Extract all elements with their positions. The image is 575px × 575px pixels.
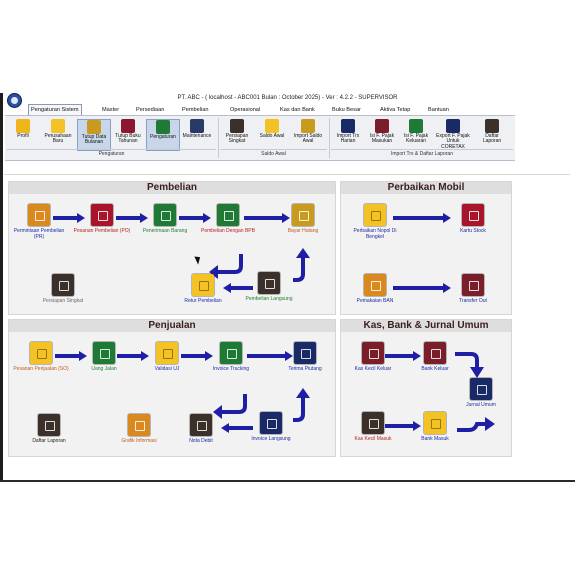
group-label-saldo-awal: Saldo Awal bbox=[220, 149, 327, 159]
import-saldo-awal-button[interactable]: Import Saldo Awal bbox=[291, 119, 325, 149]
menu-persediaan[interactable]: Persediaan bbox=[134, 105, 166, 115]
node-permintaan-pembelian[interactable]: Permintaan Pembelian (PR) bbox=[9, 204, 69, 240]
curved-arrow-down bbox=[455, 352, 484, 378]
quick-setup-icon bbox=[52, 274, 74, 296]
tutup-buku-tahunan-button[interactable]: Tutup Buku Tahunan bbox=[112, 119, 144, 149]
debit-note-icon bbox=[190, 414, 212, 436]
invoice-cart-icon bbox=[220, 342, 242, 364]
persiapan-singkat-button[interactable]: Persiapan Singkat bbox=[223, 119, 251, 149]
purchase-return-icon bbox=[192, 274, 214, 296]
cash-in-icon bbox=[362, 412, 384, 434]
daftar-laporan-button[interactable]: Daftar Laporan bbox=[477, 119, 507, 149]
import-trx-harian-button[interactable]: Import Trx Harian bbox=[333, 119, 363, 149]
menu-buku-besar[interactable]: Buku Besar bbox=[330, 105, 363, 115]
report-list-icon bbox=[485, 119, 499, 133]
purchase-request-icon bbox=[28, 204, 50, 226]
node-transfer-out[interactable]: Transfer Out bbox=[443, 274, 503, 305]
node-daftar-laporan[interactable]: Daftar Laporan bbox=[19, 414, 79, 445]
menu-operasional[interactable]: Operasional bbox=[228, 105, 262, 115]
application-window: PT. ABC - ( localhost - ABC001 Bulan : O… bbox=[0, 93, 575, 482]
node-kartu-stock[interactable]: Kartu Stock bbox=[443, 204, 503, 235]
output-tax-icon bbox=[409, 119, 423, 133]
report-list-icon bbox=[38, 414, 60, 436]
tire-usage-icon bbox=[364, 274, 386, 296]
profil-button[interactable]: Profil bbox=[10, 119, 36, 149]
new-company-icon bbox=[51, 119, 65, 133]
truck-icon bbox=[93, 342, 115, 364]
node-invoice-langsung[interactable]: Invoice Langsung bbox=[241, 412, 301, 443]
flow-dashboard: Pembelian Permintaan Pembelian (PR) Pesa… bbox=[4, 174, 570, 472]
settings-icon bbox=[156, 120, 170, 134]
direct-purchase-icon bbox=[258, 272, 280, 294]
panel-title: Perbaikan Mobil bbox=[341, 182, 511, 194]
node-bayar-hutang[interactable]: Bayar Hutang bbox=[273, 204, 333, 235]
transfer-out-icon bbox=[462, 274, 484, 296]
maintenance-icon bbox=[190, 119, 204, 133]
window-title: PT. ABC - ( localhost - ABC001 Bulan : O… bbox=[177, 95, 398, 101]
group-label-import: Import Trx & Daftar Laporan bbox=[331, 149, 513, 159]
menu-pembelian[interactable]: Pembelian bbox=[180, 105, 210, 115]
app-logo-icon bbox=[7, 93, 22, 108]
isi-pajak-keluaran-button[interactable]: Isi F. Pajak Keluaran bbox=[400, 119, 432, 149]
node-terima-piutang[interactable]: Terima Piutang bbox=[275, 342, 335, 373]
quick-setup-icon bbox=[230, 119, 244, 133]
panel-pembelian: Pembelian Permintaan Pembelian (PR) Pesa… bbox=[8, 181, 336, 315]
saldo-awal-button[interactable]: Saldo Awal bbox=[257, 119, 287, 149]
bank-in-icon bbox=[424, 412, 446, 434]
receive-payment-icon bbox=[294, 342, 316, 364]
node-jurnal-umum[interactable]: Jurnal Umum bbox=[451, 378, 511, 409]
pay-debt-icon bbox=[292, 204, 314, 226]
menu-bar: Pengaturan Sistem Master Persediaan Pemb… bbox=[24, 104, 575, 116]
panel-penjualan: Penjualan Pesanan Penjualan (SO) Uang Ja… bbox=[8, 319, 336, 457]
menu-master[interactable]: Master bbox=[100, 105, 121, 115]
goods-receipt-icon bbox=[154, 204, 176, 226]
profile-icon bbox=[16, 119, 30, 133]
validation-icon bbox=[156, 342, 178, 364]
export-tax-icon bbox=[446, 119, 460, 133]
input-tax-icon bbox=[375, 119, 389, 133]
panel-perbaikan-mobil: Perbaikan Mobil Perbaikan Nopol Di Bengk… bbox=[340, 181, 512, 315]
sales-order-icon bbox=[30, 342, 52, 364]
shopping-cart-icon bbox=[217, 204, 239, 226]
group-label-pengaturan: Pengaturan bbox=[7, 149, 216, 159]
node-bank-masuk[interactable]: Bank Masuk bbox=[405, 412, 465, 443]
direct-invoice-icon bbox=[260, 412, 282, 434]
panel-kas-bank-jurnal: Kas, Bank & Jurnal Umum Kas Kecil Keluar… bbox=[340, 319, 512, 457]
menu-kas-dan-bank[interactable]: Kas dan Bank bbox=[278, 105, 317, 115]
import-daily-icon bbox=[341, 119, 355, 133]
yearly-close-icon bbox=[121, 119, 135, 133]
isi-pajak-masukan-button[interactable]: Isi F. Pajak Masukan bbox=[366, 119, 398, 149]
export-pajak-coretax-button[interactable]: Export F. Pajak Untuk CORETAX bbox=[434, 119, 472, 149]
node-pembelian-langsung[interactable]: Pembelian Langsung bbox=[239, 272, 299, 303]
ribbon-toolbar: Profil Perusahaan Baru Tutup Data Bulana… bbox=[5, 115, 515, 161]
menu-bantuan[interactable]: Bantuan bbox=[426, 105, 451, 115]
maintenance-button[interactable]: Maintenance bbox=[181, 119, 213, 149]
monthly-close-icon bbox=[87, 120, 101, 134]
perusahaan-baru-button[interactable]: Perusahaan Baru bbox=[43, 119, 73, 149]
shopping-basket-icon bbox=[91, 204, 113, 226]
node-grafik-informasi[interactable]: Grafik Informasi bbox=[109, 414, 169, 445]
panel-title: Pembelian bbox=[9, 182, 335, 194]
panel-title: Penjualan bbox=[9, 320, 335, 332]
opening-balance-icon bbox=[265, 119, 279, 133]
tutup-data-bulanan-button[interactable]: Tutup Data Bulanan bbox=[77, 119, 111, 151]
chart-info-icon bbox=[128, 414, 150, 436]
pengaturan-button[interactable]: Pengaturan bbox=[146, 119, 180, 151]
bank-out-icon bbox=[424, 342, 446, 364]
panel-title: Kas, Bank & Jurnal Umum bbox=[341, 320, 511, 332]
menu-aktiva-tetap[interactable]: Aktiva Tetap bbox=[378, 105, 412, 115]
stock-card-icon bbox=[462, 204, 484, 226]
node-perbaikan-nopol[interactable]: Perbaikan Nopol Di Bengkel bbox=[345, 204, 405, 240]
flask-icon bbox=[364, 204, 386, 226]
node-persiapan-singkat[interactable]: Persiapan Singkat bbox=[33, 274, 93, 305]
curved-arrow-up-right bbox=[457, 417, 495, 432]
journal-icon bbox=[470, 378, 492, 400]
cash-out-icon bbox=[362, 342, 384, 364]
import-opening-balance-icon bbox=[301, 119, 315, 133]
